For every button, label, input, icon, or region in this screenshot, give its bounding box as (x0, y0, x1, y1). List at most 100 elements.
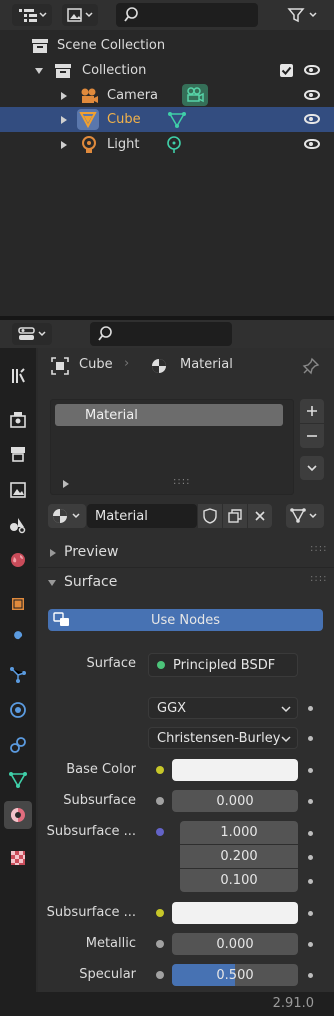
outliner-search-input[interactable] (116, 3, 258, 27)
link-type-button[interactable] (286, 504, 324, 528)
keyframe-dot-icon[interactable] (308, 831, 313, 836)
list-expand-icon[interactable] (63, 480, 69, 488)
unlink-material-button[interactable] (248, 504, 272, 528)
vector-socket-icon[interactable] (156, 828, 164, 836)
tab-modifiers[interactable] (4, 626, 32, 654)
outliner-row-label: Camera (107, 88, 159, 103)
light-data-icon[interactable] (164, 135, 184, 155)
subsurface-radius-z-field[interactable]: 0.100 (180, 869, 298, 892)
outliner-header (0, 0, 334, 30)
subsurface-radius-x-field[interactable]: 1.000 (180, 821, 298, 844)
visibility-eye-icon[interactable] (304, 139, 320, 149)
value-socket-icon[interactable] (156, 940, 164, 948)
pin-icon[interactable] (302, 357, 320, 375)
chevron-down-icon (281, 736, 291, 743)
particles-icon (10, 667, 26, 683)
outliner-row-light[interactable]: Light (0, 132, 334, 157)
subsurface-color-swatch[interactable] (172, 902, 298, 924)
output-icon (11, 447, 25, 462)
keyframe-dot-icon[interactable] (308, 855, 313, 860)
keyframe-dot-icon[interactable] (308, 768, 313, 773)
tab-particles[interactable] (4, 661, 32, 689)
exclude-checkbox[interactable] (280, 64, 293, 77)
keyframe-dot-icon[interactable] (308, 879, 313, 884)
drag-handle-icon[interactable]: :::: (310, 573, 327, 584)
chevron-down-icon (307, 465, 317, 472)
tab-object-data[interactable] (4, 766, 32, 794)
tab-material[interactable] (4, 801, 32, 829)
visibility-eye-icon[interactable] (304, 114, 320, 124)
outliner-row-cube[interactable]: Cube (0, 107, 334, 132)
expand-arrow-icon[interactable] (61, 91, 67, 100)
filter-button[interactable] (280, 4, 326, 26)
expand-arrow-icon[interactable] (61, 140, 67, 149)
surface-shader-selector[interactable]: Principled BSDF (148, 653, 298, 677)
close-icon (255, 511, 265, 521)
metallic-field[interactable]: 0.000 (172, 933, 298, 955)
outliner-row-collection[interactable]: Collection (0, 58, 334, 83)
material-slot-item[interactable]: Material (55, 404, 283, 426)
properties-search-input[interactable] (90, 322, 232, 346)
editor-type-button[interactable] (12, 4, 52, 26)
keyframe-dot-icon[interactable] (308, 736, 313, 741)
browse-material-button[interactable] (48, 504, 86, 528)
render-icon (10, 412, 26, 428)
search-icon (124, 7, 138, 22)
specular-value: 0.500 (216, 967, 254, 983)
remove-slot-button[interactable] (300, 424, 324, 448)
editor-type-button[interactable] (12, 323, 52, 345)
fake-user-button[interactable] (198, 504, 222, 528)
drag-handle-icon[interactable]: :::: (310, 543, 327, 554)
checkmark-icon (281, 66, 292, 75)
tab-render[interactable] (4, 406, 32, 434)
display-mode-button[interactable] (62, 4, 98, 26)
properties-editor-icon (18, 327, 46, 340)
subsurface-method-value: Christensen-Burley (157, 730, 281, 746)
keyframe-dot-icon[interactable] (308, 973, 313, 978)
collection-icon (55, 63, 71, 78)
surface-panel-header[interactable]: Surface :::: (38, 571, 334, 595)
add-slot-button[interactable] (300, 399, 324, 423)
outliner-row-camera[interactable]: Camera (0, 83, 334, 108)
keyframe-dot-icon[interactable] (308, 911, 313, 916)
tab-object[interactable] (4, 590, 32, 618)
keyframe-dot-icon[interactable] (308, 706, 313, 711)
tab-world[interactable] (4, 546, 32, 574)
tab-physics[interactable] (4, 696, 32, 724)
keyframe-dot-icon[interactable] (308, 799, 313, 804)
specular-slider[interactable]: 0.500 (172, 964, 298, 986)
list-resize-handle[interactable]: :::: (173, 476, 190, 487)
value-socket-icon[interactable] (156, 797, 164, 805)
tab-tool[interactable] (4, 362, 32, 390)
tab-view-layer[interactable] (4, 476, 32, 504)
subsurface-radius-y-field[interactable]: 0.200 (180, 845, 298, 868)
visibility-eye-icon[interactable] (304, 90, 320, 100)
subsurface-field[interactable]: 0.000 (172, 790, 298, 812)
tab-output[interactable] (4, 440, 32, 468)
object-icon (51, 357, 69, 375)
mesh-data-icon[interactable] (166, 110, 188, 130)
duplicate-material-button[interactable] (223, 504, 247, 528)
base-color-swatch[interactable] (172, 759, 298, 781)
color-socket-icon[interactable] (156, 909, 164, 917)
outliner-row-scene-collection[interactable]: Scene Collection (0, 33, 334, 58)
camera-data-button[interactable] (182, 84, 208, 106)
slot-specials-button[interactable] (300, 456, 324, 480)
tab-constraints[interactable] (4, 731, 32, 759)
color-socket-icon[interactable] (156, 766, 164, 774)
expand-arrow-icon[interactable] (35, 67, 43, 74)
preview-panel-header[interactable]: Preview :::: (38, 541, 334, 565)
material-name-field[interactable]: Material (87, 504, 197, 528)
light-object-icon (82, 135, 96, 153)
value-socket-icon[interactable] (156, 971, 164, 979)
base-color-label: Base Color (66, 762, 136, 777)
tab-scene[interactable] (4, 511, 32, 539)
keyframe-dot-icon[interactable] (308, 942, 313, 947)
distribution-dropdown[interactable]: GGX (148, 697, 298, 719)
tab-texture[interactable] (4, 844, 32, 872)
visibility-eye-icon[interactable] (304, 65, 320, 75)
use-nodes-button[interactable]: Use Nodes (48, 609, 323, 631)
expand-arrow-icon[interactable] (61, 115, 67, 124)
material-browse-icon (53, 509, 80, 523)
subsurface-method-dropdown[interactable]: Christensen-Burley (148, 727, 298, 749)
